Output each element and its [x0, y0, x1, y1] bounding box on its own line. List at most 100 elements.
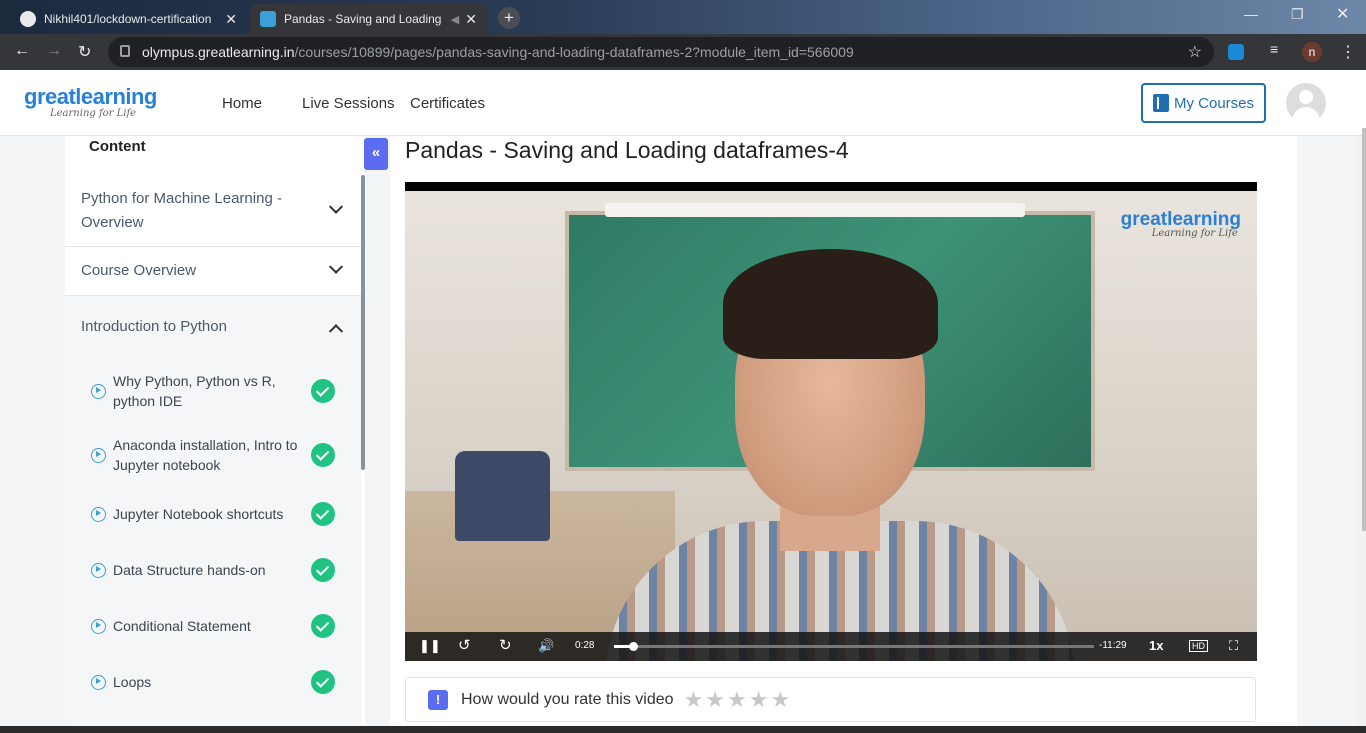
back-icon[interactable]: ←: [14, 42, 30, 60]
check-circle-icon: [311, 443, 335, 467]
minimize-icon[interactable]: —: [1244, 6, 1258, 22]
lesson-label: Loops: [113, 674, 152, 690]
star-icon[interactable]: ★: [684, 687, 704, 712]
browser-toolbar: ← → ↻ olympus.greatlearning.in /courses/…: [0, 34, 1366, 70]
check-circle-icon: [311, 502, 335, 526]
section-python-ml-overview[interactable]: Python for Machine Learning - Overview: [65, 176, 361, 247]
rating-stars: ★★★★★: [684, 687, 793, 713]
section-introduction-to-python[interactable]: Introduction to Python: [65, 296, 361, 358]
play-circle-icon: [91, 447, 106, 463]
chevron-up-icon: [328, 324, 344, 339]
address-bar[interactable]: olympus.greatlearning.in /courses/10899/…: [108, 37, 1214, 67]
window-close-icon[interactable]: ✕: [1336, 4, 1349, 24]
tab-title: Nikhil401/lockdown-certification: [44, 12, 212, 26]
collapse-sidebar-button[interactable]: «: [364, 138, 388, 170]
feedback-icon: !: [428, 689, 448, 710]
lesson-label: Jupyter Notebook shortcuts: [113, 506, 284, 522]
section-course-overview[interactable]: Course Overview: [65, 247, 361, 296]
my-courses-button[interactable]: My Courses: [1141, 83, 1266, 123]
lesson-item[interactable]: Why Python, Python vs R, python IDE: [65, 358, 361, 424]
nav-certificates[interactable]: Certificates: [410, 95, 485, 112]
maximize-icon[interactable]: ❐: [1291, 6, 1304, 23]
playback-speed-button[interactable]: 1x: [1149, 638, 1163, 653]
current-time: 0:28: [575, 640, 595, 651]
new-tab-button[interactable]: +: [498, 7, 520, 29]
my-courses-label: My Courses: [1174, 94, 1255, 112]
section-label: Python for Machine Learning - Overview: [81, 190, 282, 231]
close-tab-icon[interactable]: ✕: [225, 11, 237, 28]
video-watermark-logo: greatlearning Learning for Life: [1120, 209, 1241, 239]
chevron-down-icon: [328, 199, 344, 214]
chevron-down-icon: [328, 259, 344, 274]
play-circle-icon: [91, 674, 106, 690]
lesson-item[interactable]: Jupyter Notebook shortcuts: [65, 486, 361, 542]
sidebar-scrollbar-thumb[interactable]: [361, 175, 365, 470]
tab-title: Pandas - Saving and Loading: [284, 12, 442, 26]
taskbar-edge: [0, 726, 1366, 733]
book-icon: [1153, 94, 1169, 112]
media-control-icon[interactable]: ≡: [1270, 41, 1286, 57]
forward-icon[interactable]: →: [46, 42, 62, 60]
course-sidebar: Content Python for Machine Learning - Ov…: [65, 136, 365, 733]
url-path: /courses/10899/pages/pandas-saving-and-l…: [294, 44, 854, 60]
lesson-item[interactable]: Data Structure hands-on: [65, 542, 361, 598]
browser-tab-pandas[interactable]: Pandas - Saving and Loading ◀ ✕: [250, 4, 487, 34]
volume-icon[interactable]: 🔊: [538, 638, 554, 654]
hd-quality-icon[interactable]: HD: [1189, 640, 1208, 652]
mute-icon[interactable]: ◀: [451, 13, 459, 26]
fullscreen-icon[interactable]: ⛶: [1229, 638, 1238, 654]
close-tab-icon[interactable]: ✕: [465, 11, 477, 28]
page-title: Pandas - Saving and Loading dataframes-4: [405, 137, 849, 163]
greatlearning-logo[interactable]: greatlearning Learning for Life: [24, 84, 157, 119]
greatlearning-icon: [260, 11, 276, 27]
video-progress-bar[interactable]: [614, 645, 1094, 648]
rating-panel: ! How would you rate this video ★★★★★: [405, 677, 1256, 722]
lesson-label: Why Python, Python vs R, python IDE: [113, 373, 276, 409]
section-label: Introduction to Python: [81, 318, 227, 335]
pause-icon[interactable]: ❚❚: [419, 638, 441, 654]
browser-menu-icon[interactable]: ⋮: [1340, 42, 1356, 62]
nav-live-sessions[interactable]: Live Sessions: [302, 95, 395, 112]
star-icon[interactable]: ★: [727, 687, 747, 712]
play-circle-icon: [91, 383, 106, 399]
rating-prompt: How would you rate this video: [461, 690, 674, 708]
lesson-label: Conditional Statement: [113, 618, 251, 634]
lesson-item[interactable]: Conditional Statement: [65, 598, 361, 654]
check-circle-icon: [311, 558, 335, 582]
bookmark-star-icon[interactable]: ☆: [1188, 42, 1202, 62]
extension-icon[interactable]: [1228, 44, 1244, 60]
github-icon: [20, 11, 36, 27]
lesson-item[interactable]: Anaconda installation, Intro to Jupyter …: [65, 424, 361, 486]
url-host: olympus.greatlearning.in: [142, 44, 295, 60]
video-player[interactable]: greatlearning Learning for Life ❚❚ ↺ ↻ 🔊…: [405, 182, 1257, 661]
lesson-label: Anaconda installation, Intro to Jupyter …: [113, 437, 298, 473]
browser-titlebar: Nikhil401/lockdown-certification ✕ Panda…: [0, 0, 1366, 34]
video-frame: greatlearning Learning for Life: [405, 191, 1257, 661]
star-icon[interactable]: ★: [705, 687, 725, 712]
lesson-label: Data Structure hands-on: [113, 562, 266, 578]
remaining-time: -11:29: [1099, 640, 1127, 651]
section-label: Course Overview: [81, 262, 197, 279]
check-circle-icon: [311, 614, 335, 638]
logo-text: greatlearning: [24, 84, 157, 109]
check-circle-icon: [311, 670, 335, 694]
page-scrollbar-thumb[interactable]: [1362, 128, 1366, 531]
browser-tab-github[interactable]: Nikhil401/lockdown-certification ✕: [10, 4, 247, 34]
user-avatar[interactable]: [1286, 83, 1326, 123]
progress-knob[interactable]: [629, 642, 639, 651]
lock-icon: [120, 45, 130, 57]
star-icon[interactable]: ★: [771, 687, 791, 712]
reload-icon[interactable]: ↻: [78, 42, 91, 62]
play-circle-icon: [91, 562, 106, 578]
star-icon[interactable]: ★: [749, 687, 769, 712]
sidebar-content-heading: Content: [89, 138, 146, 155]
check-circle-icon: [311, 379, 335, 403]
rewind-icon[interactable]: ↺: [458, 636, 471, 654]
play-circle-icon: [91, 506, 106, 522]
play-circle-icon: [91, 618, 106, 634]
profile-avatar[interactable]: n: [1302, 42, 1322, 62]
forward-icon[interactable]: ↻: [499, 636, 512, 654]
video-controls: ❚❚ ↺ ↻ 🔊 0:28 -11:29 1x HD ⛶: [405, 632, 1257, 661]
nav-home[interactable]: Home: [222, 95, 262, 112]
lesson-item[interactable]: Loops: [65, 654, 361, 710]
